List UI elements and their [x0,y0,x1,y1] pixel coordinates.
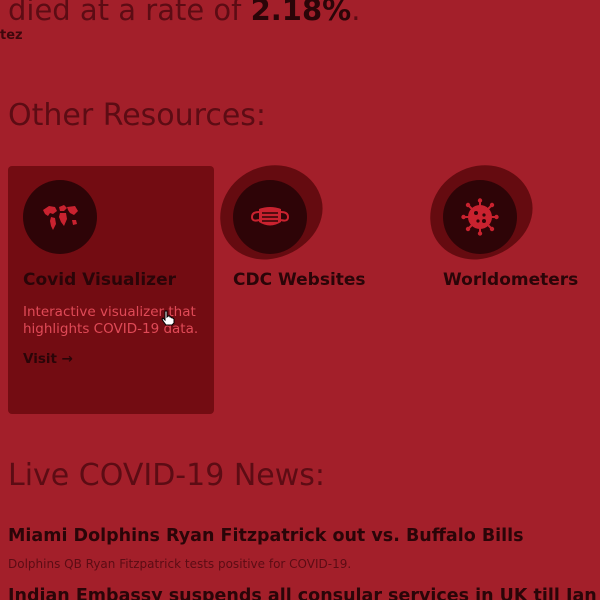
virus-icon [443,180,517,254]
live-news-heading: Live COVID-19 News: [8,458,326,493]
news-description: Dolphins QB Ryan Fitzpatrick tests posit… [8,557,352,571]
resource-card-covid-visualizer[interactable]: Covid Visualizer Interactive visualizer … [8,166,214,414]
news-headline[interactable]: Indian Embassy suspends all consular ser… [8,586,600,600]
news-headline[interactable]: Miami Dolphins Ryan Fitzpatrick out vs. … [8,526,524,546]
death-rate-stat: died at a rate of 2.18%. [8,0,360,28]
visit-link[interactable]: Visit → [23,351,199,367]
icon-container [209,154,333,270]
page: died at a rate of 2.18%. tez Other Resou… [0,0,600,600]
news-item[interactable]: Miami Dolphins Ryan Fitzpatrick out vs. … [8,526,524,571]
author-credit: tez [0,28,23,43]
stat-prefix: died at a rate of [8,0,251,27]
card-title: CDC Websites [233,270,366,290]
resource-card-worldometers[interactable]: Worldometers [419,154,600,414]
icon-container [23,180,97,254]
news-item[interactable]: Indian Embassy suspends all consular ser… [8,586,600,600]
icon-container [419,154,543,270]
face-mask-icon [233,180,307,254]
card-title: Worldometers [443,270,579,290]
stat-suffix: . [351,0,361,27]
world-map-icon [23,180,97,254]
card-title: Covid Visualizer [23,270,176,290]
resource-card-cdc-websites[interactable]: CDC Websites [209,154,424,414]
hand-pointer-cursor-icon [161,310,175,330]
other-resources-heading: Other Resources: [8,98,267,133]
stat-rate: 2.18% [250,0,352,27]
